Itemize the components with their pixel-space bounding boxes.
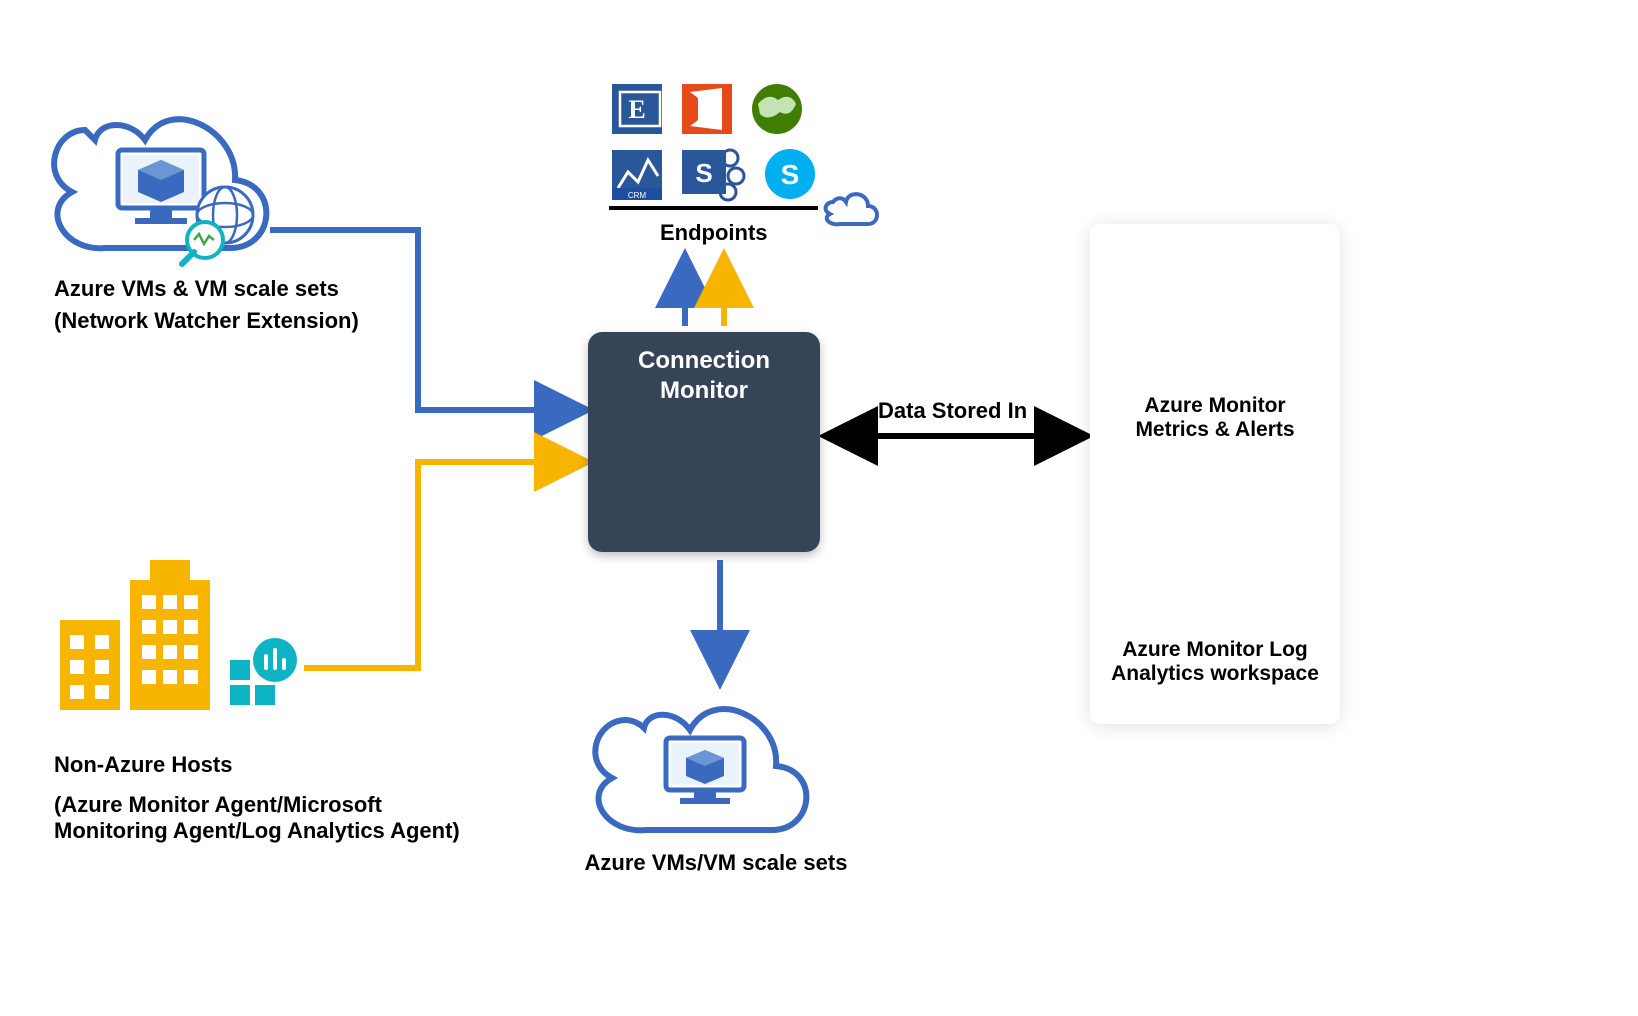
metrics-alerts-line1: Azure Monitor bbox=[1144, 394, 1285, 417]
connection-monitor-line2: Monitor bbox=[660, 377, 748, 404]
log-analytics-line1: Azure Monitor Log bbox=[1122, 638, 1307, 661]
endpoints-label: Endpoints bbox=[660, 220, 768, 246]
exchange-icon: E bbox=[612, 84, 662, 134]
svg-text:CRM: CRM bbox=[628, 191, 647, 200]
office-icon bbox=[682, 84, 732, 134]
log-analytics-icon bbox=[230, 638, 297, 705]
right-storage-panel: Azure Monitor Metrics & Alerts Azure Mon… bbox=[1090, 224, 1340, 724]
dynamics-crm-icon: CRM bbox=[612, 150, 662, 200]
cloud-icon bbox=[826, 194, 877, 224]
svg-text:E: E bbox=[628, 95, 645, 124]
azure-vms-bottom-label: Azure VMs/VM scale sets bbox=[566, 850, 866, 876]
skype-icon: S bbox=[765, 149, 815, 199]
data-stored-in-label: Data Stored In bbox=[878, 398, 1027, 424]
sharepoint-icon: S bbox=[682, 150, 744, 200]
connection-monitor-line1: Connection bbox=[638, 347, 770, 374]
network-watcher-icon bbox=[182, 187, 253, 264]
connection-monitor-box: Connection Monitor bbox=[588, 332, 820, 552]
metrics-alerts-line2: Metrics & Alerts bbox=[1135, 418, 1294, 441]
azure-vms-top-label-line2: (Network Watcher Extension) bbox=[54, 308, 359, 334]
log-analytics-line2: Analytics workspace bbox=[1111, 662, 1319, 685]
cloud-vm-icon bbox=[54, 119, 266, 248]
non-azure-label-line1: Non-Azure Hosts bbox=[54, 752, 232, 778]
cloud-vm-icon bbox=[595, 709, 806, 830]
buildings-icon bbox=[60, 560, 210, 710]
globe-icon bbox=[752, 84, 802, 134]
non-azure-label-line2: (Azure Monitor Agent/Microsoft Monitorin… bbox=[54, 792, 474, 844]
svg-text:S: S bbox=[781, 159, 800, 190]
svg-text:S: S bbox=[695, 158, 712, 188]
azure-vms-top-label-line1: Azure VMs & VM scale sets bbox=[54, 276, 339, 302]
